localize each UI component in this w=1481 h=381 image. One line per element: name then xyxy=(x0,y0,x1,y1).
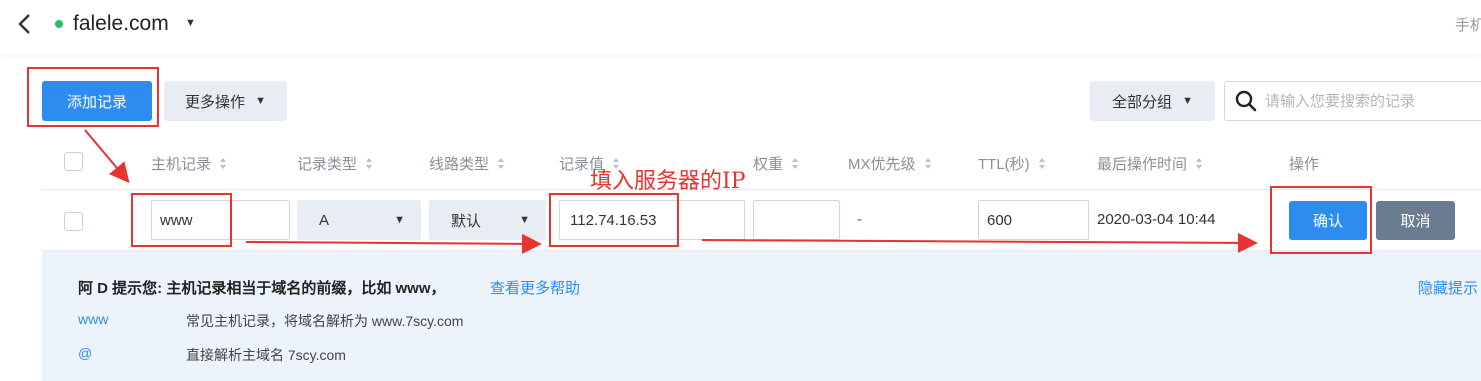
arrow-3 xyxy=(701,232,1258,253)
column-header-actions: 操作 xyxy=(1289,153,1319,174)
column-header-label: 记录类型 xyxy=(297,156,358,173)
row-checkbox[interactable] xyxy=(64,212,83,231)
column-header-label: 主机记录 xyxy=(151,156,212,173)
more-actions-label: 更多操作 xyxy=(185,93,246,111)
cancel-button[interactable]: 取消 xyxy=(1376,201,1455,240)
search-box[interactable] xyxy=(1224,81,1481,121)
help-item-desc: 直接解析主域名 7scy.com xyxy=(186,347,346,363)
sort-icon[interactable] xyxy=(791,157,799,170)
arrow-1 xyxy=(84,129,130,184)
column-header-host[interactable]: 主机记录 xyxy=(151,153,227,174)
sort-icon[interactable] xyxy=(1195,157,1203,170)
chevron-down-icon: ▼ xyxy=(394,214,405,226)
line-type-select[interactable]: 默认 ▼ xyxy=(429,200,546,240)
sort-icon[interactable] xyxy=(219,157,227,170)
column-header-last-modified[interactable]: 最后操作时间 xyxy=(1097,153,1203,174)
back-arrow-icon[interactable] xyxy=(16,10,34,38)
record-type-select[interactable]: A ▼ xyxy=(297,200,421,240)
annotation-box-host xyxy=(131,193,232,247)
mx-priority-value: - xyxy=(857,211,862,228)
ttl-input[interactable]: 600 xyxy=(978,200,1089,240)
column-header-type[interactable]: 记录类型 xyxy=(297,153,373,174)
chevron-down-icon: ▼ xyxy=(255,95,266,107)
annotation-box-value xyxy=(549,193,679,247)
chevron-down-icon: ▼ xyxy=(1182,95,1193,107)
sort-icon[interactable] xyxy=(497,157,505,170)
column-header-mx[interactable]: MX优先级 xyxy=(848,153,932,174)
help-item-key: www xyxy=(78,311,109,327)
header-divider xyxy=(42,189,1481,190)
annotation-box-add-button xyxy=(27,67,159,127)
domain-title[interactable]: falele.com xyxy=(73,11,169,37)
group-filter-button[interactable]: 全部分组 ▼ xyxy=(1090,81,1215,121)
column-header-label: MX优先级 xyxy=(848,156,916,173)
select-all-checkbox[interactable] xyxy=(64,152,83,171)
column-header-ttl[interactable]: TTL(秒) xyxy=(978,153,1046,174)
chevron-down-icon: ▼ xyxy=(519,214,530,226)
sort-icon[interactable] xyxy=(924,157,932,170)
search-input[interactable] xyxy=(1265,88,1475,114)
hide-tips-link[interactable]: 隐藏提示 xyxy=(1418,277,1478,298)
help-title: 阿 D 提示您: 主机记录相当于域名的前缀，比如 www， xyxy=(78,280,446,297)
top-bar xyxy=(0,0,1481,54)
column-header-weight[interactable]: 权重 xyxy=(753,153,799,174)
sort-icon[interactable] xyxy=(1038,157,1046,170)
last-modified-time: 2020-03-04 10:44 xyxy=(1097,211,1216,228)
column-header-line[interactable]: 线路类型 xyxy=(429,153,505,174)
help-item-key: @ xyxy=(78,345,93,361)
help-item-desc: 常见主机记录，将域名解析为 www.7scy.com xyxy=(186,313,464,329)
column-header-label: 操作 xyxy=(1289,156,1320,173)
arrow-2 xyxy=(245,233,542,254)
domain-dropdown-icon[interactable]: ▼ xyxy=(185,17,196,29)
more-actions-button[interactable]: 更多操作 ▼ xyxy=(164,81,287,121)
annotation-text: 填入服务器的IP xyxy=(590,169,746,194)
record-type-value: A xyxy=(319,211,330,229)
column-header-label: 线路类型 xyxy=(429,156,490,173)
column-header-label: TTL(秒) xyxy=(978,156,1030,173)
status-online-icon xyxy=(55,20,63,28)
column-header-label: 权重 xyxy=(753,156,784,173)
line-type-value: 默认 xyxy=(451,212,482,230)
sort-icon[interactable] xyxy=(365,157,373,170)
weight-input[interactable] xyxy=(753,200,840,240)
column-header-label: 最后操作时间 xyxy=(1097,156,1188,173)
more-help-link[interactable]: 查看更多帮助 xyxy=(490,277,580,298)
annotation-box-confirm xyxy=(1270,186,1372,254)
top-right-link[interactable]: 手机 xyxy=(1455,14,1481,35)
group-filter-label: 全部分组 xyxy=(1112,93,1173,111)
search-icon[interactable] xyxy=(1235,90,1257,112)
